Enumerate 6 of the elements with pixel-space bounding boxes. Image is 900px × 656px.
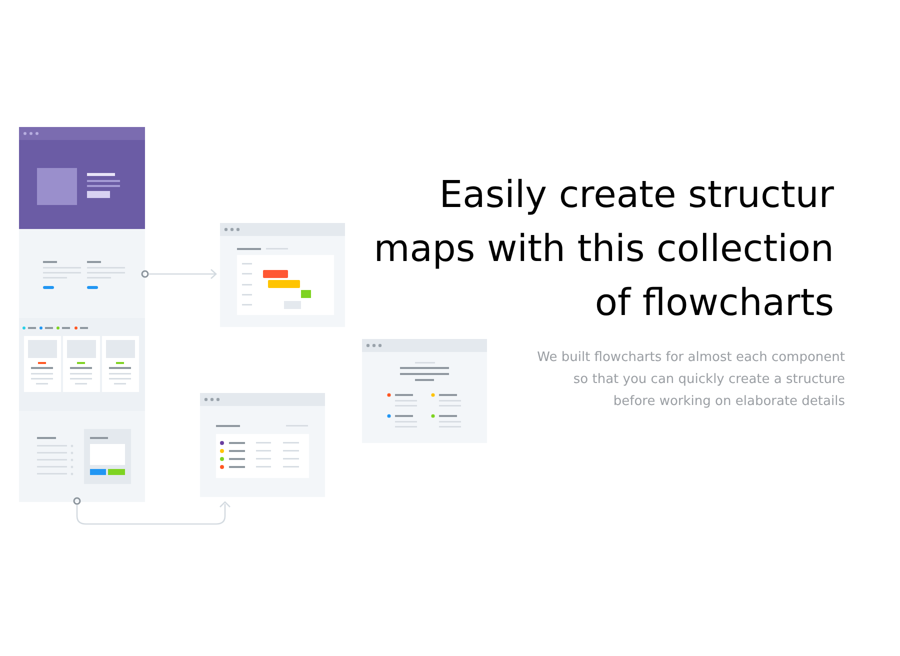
description-text: so that you can quickly create a structure (573, 371, 845, 389)
headline: of flowcharts (594, 280, 834, 326)
headline: maps with this collection (374, 226, 834, 272)
description-text: We built flowcharts for almost each component (537, 349, 845, 367)
description-text: before working on elaborate details (613, 393, 845, 411)
headline: Easily create structur (439, 172, 834, 218)
